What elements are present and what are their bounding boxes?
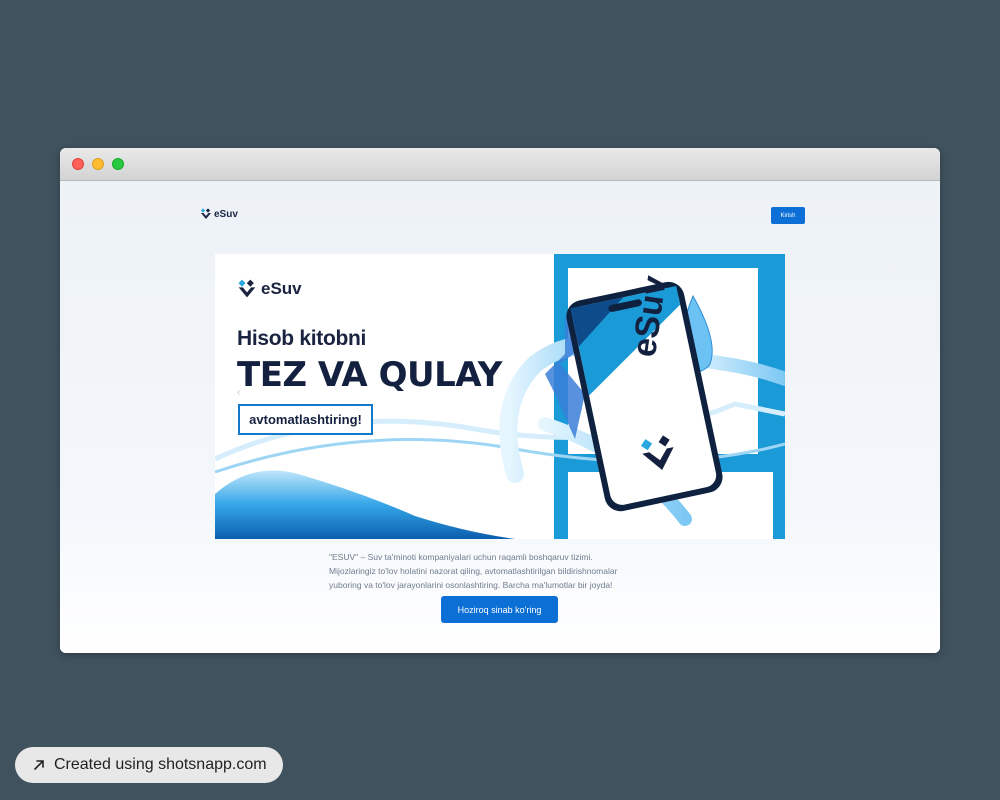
navbar-logo-text: eSuv [214,208,238,220]
banner-logo-text: eSuv [261,279,302,298]
browser-window: eSuv Kirish eSuv Hisob kitobni TEZ VA QU… [60,148,940,653]
hero-banner: eSuv Hisob kitobni TEZ VA QULAY ‹ avtoma… [215,254,785,539]
banner-headline-line2: TEZ VA QULAY [237,355,502,395]
maximize-window-button[interactable] [112,158,124,170]
hero-description-line: "ESUV" – Suv ta'minoti kompaniyalari uch… [329,552,593,562]
hero-description-line: yuboring va to'lov jarayonlarini osonlas… [329,580,613,590]
badge-text: Created using shotsnapp.com [54,756,267,773]
arrow-up-right-icon [34,760,44,770]
shotsnapp-badge[interactable]: Created using shotsnapp.com [15,747,283,783]
navbar-logo[interactable]: eSuv [200,208,238,220]
banner-headline-boxed: avtomatlashtiring! [238,404,373,435]
web-page: eSuv Kirish eSuv Hisob kitobni TEZ VA QU… [60,181,940,653]
window-titlebar [60,148,940,181]
hero-description-line: Mijozlaringiz to'lov holatini nazorat qi… [329,566,618,576]
try-now-button[interactable]: Hoziroq sinab ko'ring [441,596,558,623]
minimize-window-button[interactable] [92,158,104,170]
close-window-button[interactable] [72,158,84,170]
banner-logo: eSuv [237,278,302,300]
esuv-logo-icon [238,279,256,298]
hero-description: "ESUV" – Suv ta'minoti kompaniyalari uch… [329,550,679,592]
esuv-logo-icon [200,208,211,219]
carousel-prev-icon[interactable]: ‹ [237,387,240,398]
login-button[interactable]: Kirish [771,207,805,224]
banner-headline-line1: Hisob kitobni [237,327,367,350]
